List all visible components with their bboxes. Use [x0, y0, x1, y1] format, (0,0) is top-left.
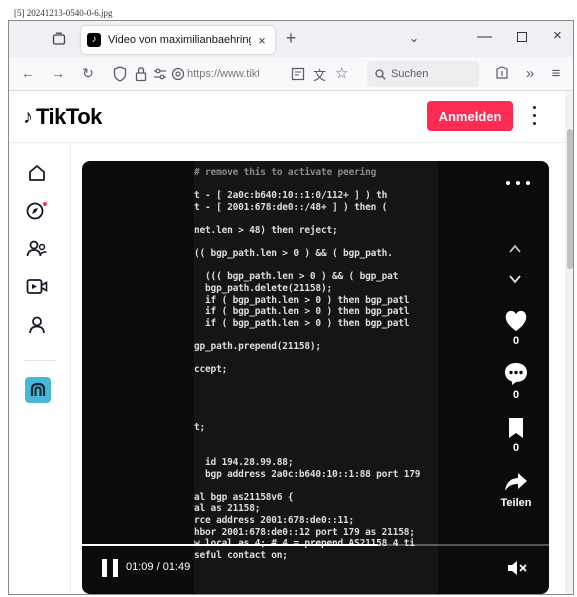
muted-speaker-icon[interactable] — [506, 559, 528, 577]
overflow-chevron-icon[interactable]: » — [521, 65, 539, 82]
code-line: id 194.28.99.88; — [194, 457, 294, 468]
reader-view-icon[interactable] — [291, 67, 305, 81]
video-player[interactable]: # remove this to activate peering t - [ 2… — [82, 161, 549, 594]
explore-icon — [26, 202, 47, 220]
page-scrollbar[interactable] — [565, 91, 573, 594]
navigation-bar: ← → ↻ https://www.tiktok.com 文 ☆ » ≡ — [9, 57, 573, 91]
comment-action[interactable]: 0 — [494, 361, 538, 401]
playback-time: 01:09 / 01:49 — [126, 561, 191, 573]
image-filename: [5] 20241213-0540-0-6.jpg — [14, 8, 113, 18]
code-line: # remove this to activate peering — [194, 167, 377, 178]
bookmark-icon — [509, 418, 523, 438]
code-line: t - [ 2001:678:de0::/48+ ] ) then ( — [194, 201, 388, 213]
pause-button[interactable] — [102, 559, 118, 577]
network-logo-icon — [30, 382, 46, 396]
progress-bar[interactable] — [82, 544, 549, 546]
like-count: 0 — [512, 335, 520, 347]
code-line: net.len > 48) then reject; — [194, 225, 338, 236]
share-arrow-icon — [505, 473, 527, 491]
live-icon — [26, 279, 48, 294]
code-line: t - [ 2a0c:b640:10::1:0/112+ ] ) th — [194, 190, 388, 202]
comment-icon — [505, 363, 527, 385]
sidebar-item-home[interactable] — [23, 159, 51, 187]
code-line: bgp address 2a0c:b640:10::1:88 port 179 — [194, 468, 421, 480]
tiktok-logo[interactable]: ♪ TikTok — [23, 104, 102, 130]
sidebar-divider — [23, 360, 57, 361]
maximize-button[interactable] — [517, 32, 527, 42]
sidebar-item-following[interactable] — [23, 235, 51, 263]
url-bar[interactable]: https://www.tiktok.com 文 ☆ — [113, 61, 359, 87]
translate-icon[interactable]: 文 — [313, 65, 326, 84]
tab-bar: ♪ Video von maximilianbaehring × + ⌄ — × — [9, 21, 573, 57]
avatar[interactable] — [25, 377, 51, 403]
code-line: if ( bgp_path.len > 0 ) then bgp_patl — [194, 317, 410, 329]
sidebar — [9, 143, 71, 594]
tiktok-favicon-icon: ♪ — [87, 33, 101, 47]
scrollbar-thumb[interactable] — [567, 129, 573, 269]
following-icon — [26, 240, 47, 257]
tab-close-icon[interactable]: × — [255, 33, 269, 48]
share-action[interactable]: Teilen — [494, 471, 538, 509]
sidebar-item-explore[interactable] — [23, 197, 51, 225]
code-line: ((( bgp_path.len > 0 ) && ( bgp_pat — [194, 271, 399, 283]
reload-icon[interactable]: ↻ — [79, 65, 97, 82]
save-to-pocket-icon[interactable] — [495, 66, 509, 82]
search-icon — [375, 68, 386, 80]
progress-fill — [82, 544, 378, 546]
lock-icon[interactable] — [135, 66, 147, 82]
sidebar-item-live[interactable] — [23, 273, 51, 301]
window-close-button[interactable]: × — [553, 27, 562, 44]
tab-title: Video von maximilianbaehring — [108, 34, 252, 46]
active-tab[interactable]: ♪ Video von maximilianbaehring × — [81, 26, 275, 54]
code-line: t; — [194, 422, 206, 434]
code-line: bgp_path.delete(21158); — [194, 283, 332, 294]
tiktok-header: ♪ TikTok Anmelden — [9, 91, 573, 143]
menu-icon[interactable]: ≡ — [547, 65, 565, 82]
logo-text: TikTok — [36, 104, 102, 129]
code-line: al bgp as21158v6 { — [194, 491, 294, 503]
minimize-button[interactable]: — — [477, 28, 492, 45]
comment-count: 0 — [512, 389, 520, 401]
next-video-icon[interactable] — [507, 271, 523, 287]
code-line: hbor 2001:678:de0::12 port 179 as 21158; — [194, 526, 415, 538]
code-line: rce address 2001:678:de0::11; — [194, 515, 355, 526]
code-line: if ( bgp_path.len > 0 ) then bgp_patl — [194, 294, 410, 306]
share-label: Teilen — [500, 497, 532, 509]
save-count: 0 — [512, 442, 520, 454]
more-options-icon[interactable] — [527, 103, 541, 127]
code-line: ccept; — [194, 364, 228, 376]
previous-video-icon[interactable] — [507, 241, 523, 257]
search-input[interactable] — [391, 68, 471, 80]
save-action[interactable]: 0 — [494, 416, 538, 454]
like-action[interactable]: 0 — [494, 309, 538, 347]
tab-list-icon[interactable] — [49, 29, 69, 49]
video-options-icon[interactable] — [506, 179, 530, 187]
code-line: seful contact on; — [194, 549, 288, 561]
tiktok-note-icon: ♪ — [23, 105, 33, 128]
code-line: al as 21158; — [194, 503, 261, 515]
new-tab-button[interactable]: + — [281, 28, 301, 49]
back-arrow-icon[interactable]: ← — [19, 65, 37, 81]
code-line: if ( bgp_path.len > 0 ) then bgp_patl — [194, 306, 410, 318]
search-field[interactable] — [367, 61, 479, 87]
home-icon — [29, 165, 45, 181]
bookmark-star-icon[interactable]: ☆ — [335, 64, 348, 82]
code-line: gp_path.prepend(21158); — [194, 341, 321, 352]
sidebar-item-profile[interactable] — [23, 311, 51, 339]
chevron-down-icon[interactable]: ⌄ — [409, 31, 419, 45]
forward-arrow-icon[interactable]: → — [49, 65, 67, 81]
login-button[interactable]: Anmelden — [427, 101, 513, 131]
shield-icon[interactable] — [113, 66, 127, 82]
tracking-protection-icon[interactable] — [171, 67, 185, 81]
code-line: (( bgp_path.len > 0 ) && ( bgp_path. — [194, 248, 393, 260]
url-text[interactable]: https://www.tiktok.com — [187, 68, 259, 80]
heart-icon — [505, 310, 527, 331]
browser-window: ♪ Video von maximilianbaehring × + ⌄ — ×… — [8, 20, 574, 595]
profile-icon — [29, 316, 45, 334]
video-frame: # remove this to activate peering t - [ 2… — [194, 161, 438, 594]
permissions-icon[interactable] — [153, 68, 167, 80]
